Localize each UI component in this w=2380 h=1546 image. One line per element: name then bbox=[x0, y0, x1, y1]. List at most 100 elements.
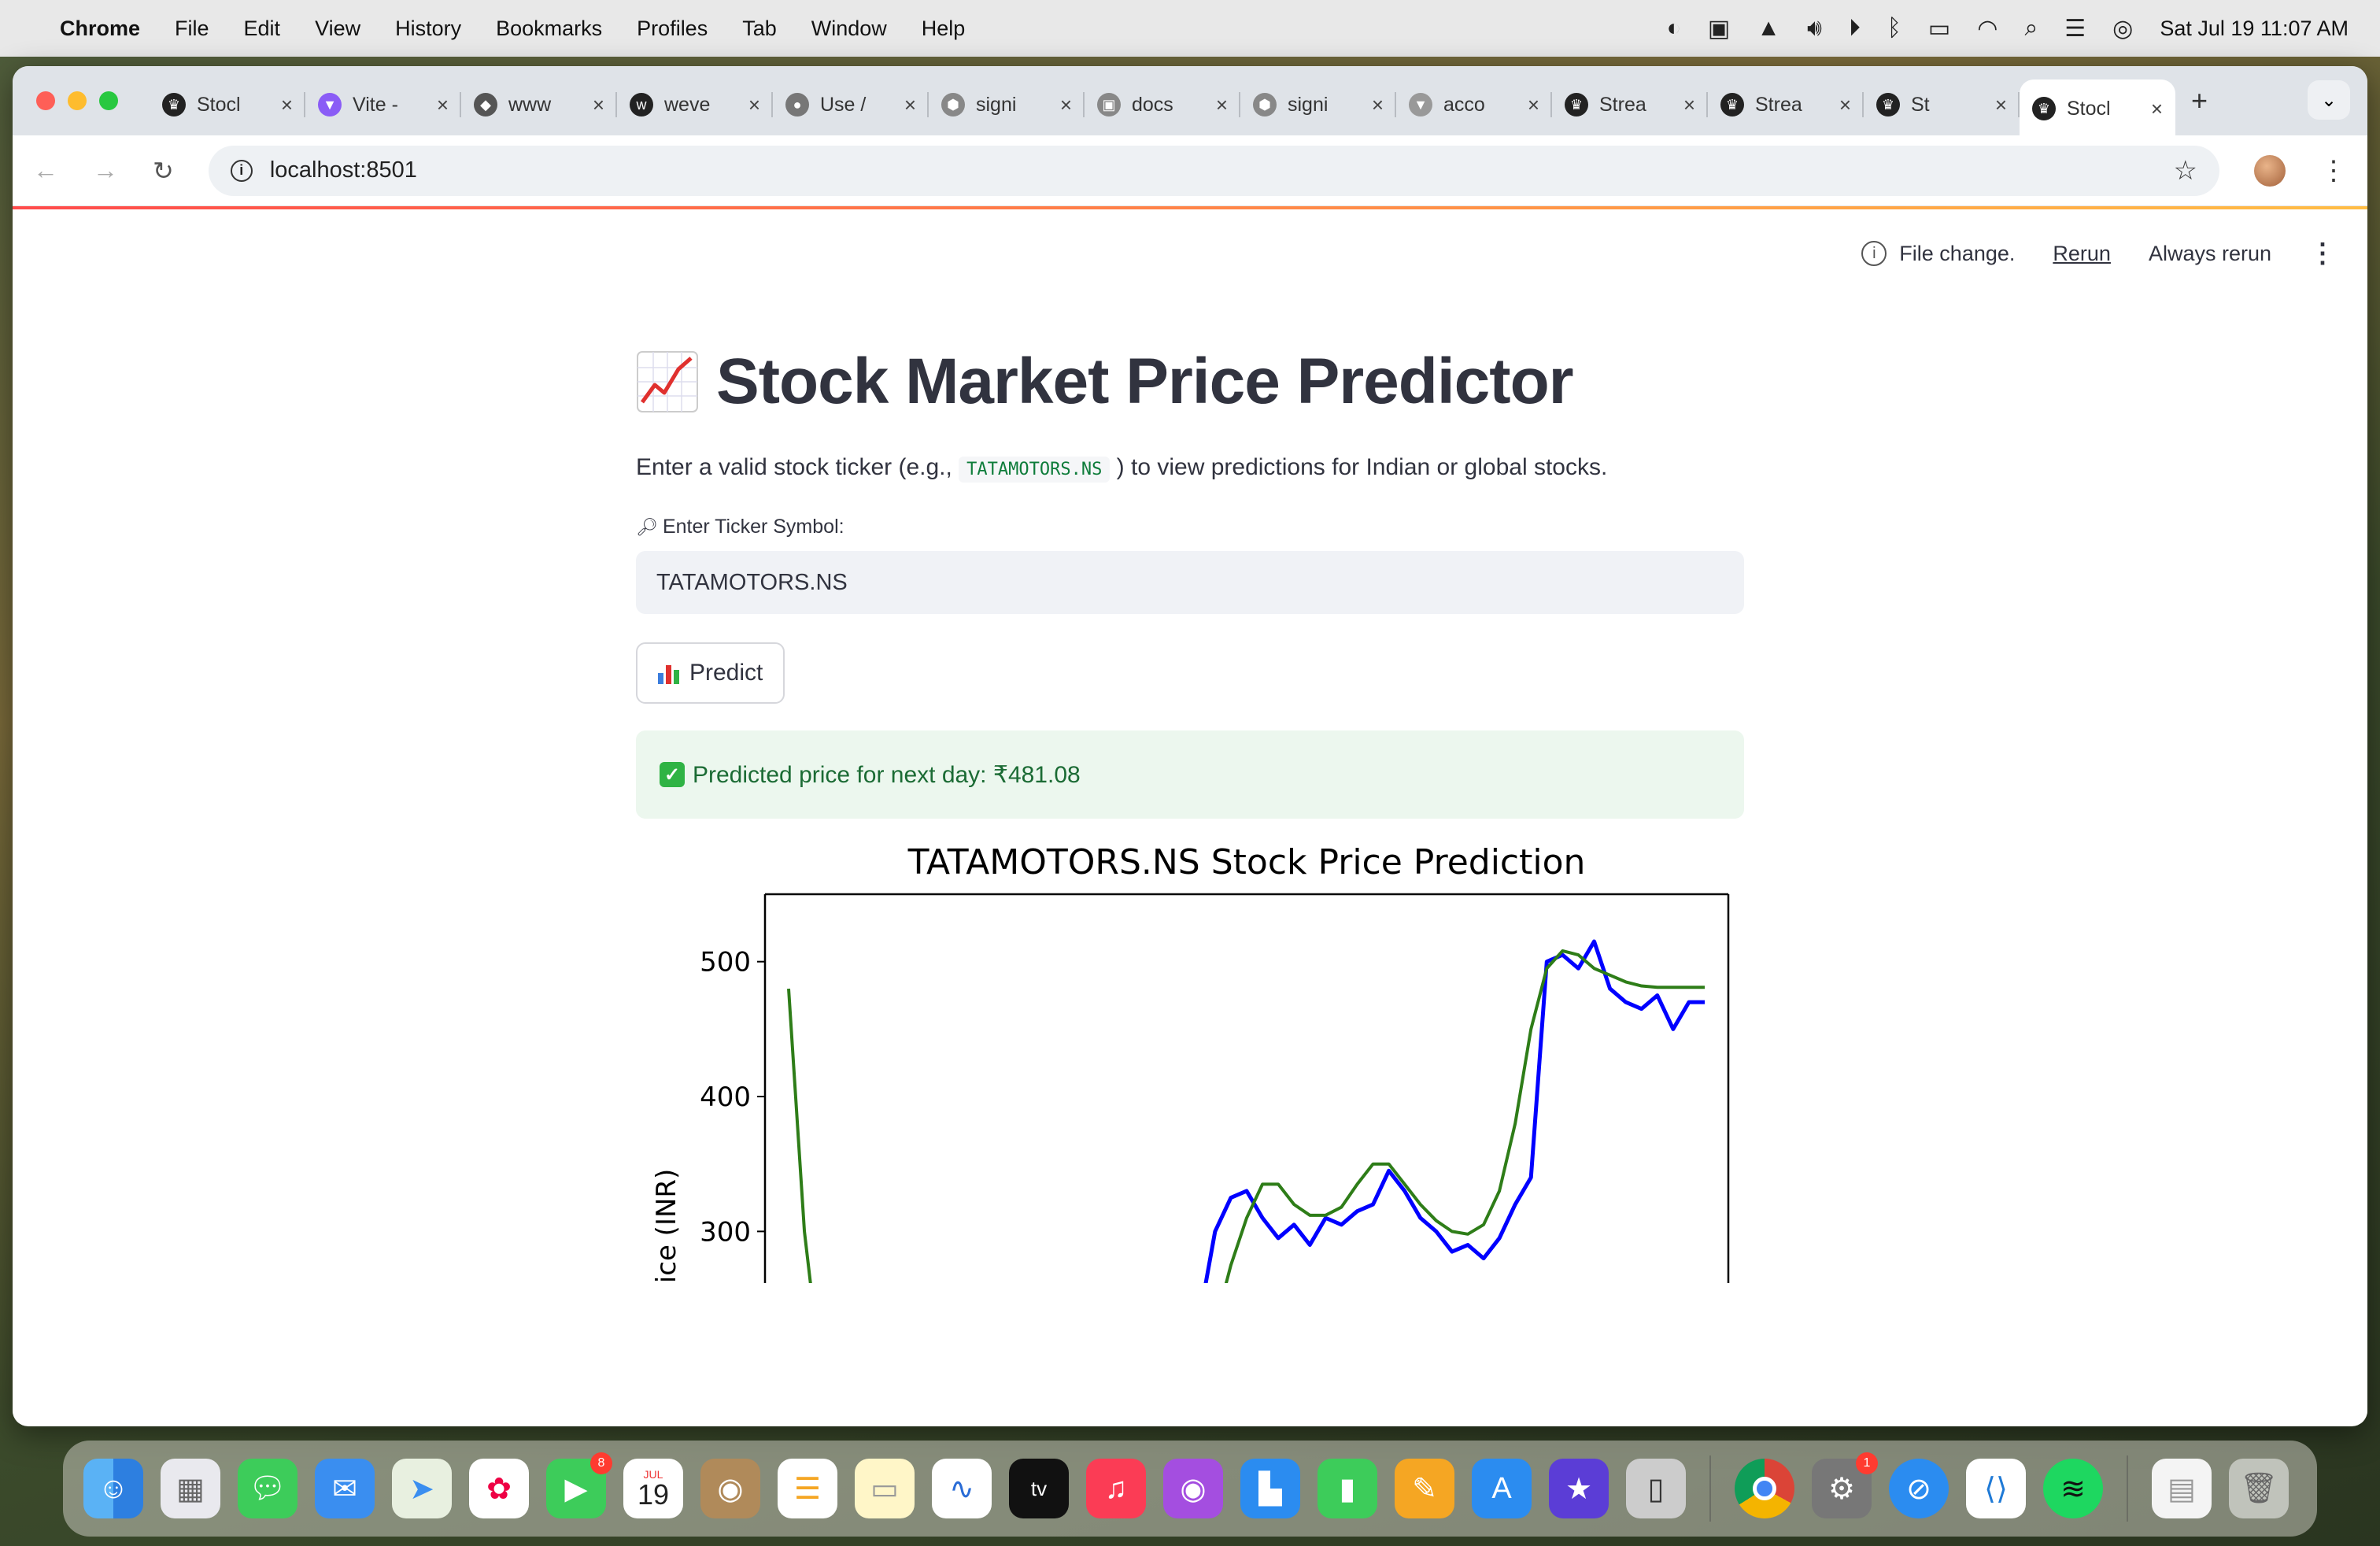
music-icon[interactable]: ♫ bbox=[1086, 1459, 1146, 1518]
tab-close-icon[interactable]: × bbox=[1372, 93, 1384, 117]
tab-title[interactable]: St bbox=[1911, 94, 1984, 117]
menu-tab[interactable]: Tab bbox=[742, 17, 777, 41]
tab-title[interactable]: signi bbox=[976, 94, 1049, 117]
tab-close-icon[interactable]: × bbox=[593, 93, 604, 117]
streamlit-main-menu-icon[interactable]: ⋮ bbox=[2309, 238, 2336, 269]
downloads-stack-icon[interactable]: ▤ bbox=[2152, 1459, 2212, 1518]
app-store-icon[interactable]: A bbox=[1472, 1459, 1532, 1518]
browser-tab[interactable]: ◆ www × bbox=[461, 80, 617, 130]
iphone-mirroring-icon[interactable]: ▯ bbox=[1626, 1459, 1686, 1518]
browser-tab[interactable]: ▼ acco × bbox=[1396, 80, 1552, 130]
back-arrow-icon[interactable]: ← bbox=[33, 156, 58, 185]
address-bar-url[interactable]: localhost:8501 bbox=[270, 157, 417, 183]
tab-close-icon[interactable]: × bbox=[437, 93, 449, 117]
battery-icon[interactable]: ▭ bbox=[1928, 15, 1950, 43]
bluetooth-icon[interactable]: ᛒ bbox=[1887, 15, 1901, 42]
contacts-icon[interactable]: ◉ bbox=[700, 1459, 760, 1518]
play-icon[interactable]: ⏵ bbox=[1849, 15, 1861, 42]
chrome-icon[interactable] bbox=[1735, 1459, 1794, 1518]
browser-tab[interactable]: ♛ St × bbox=[1864, 80, 2020, 130]
chrome-menu-icon[interactable]: ⋮ bbox=[2320, 155, 2347, 187]
browser-tab[interactable]: ♛ Stocl × bbox=[150, 80, 305, 130]
tab-close-icon[interactable]: × bbox=[1528, 93, 1539, 117]
launchpad-icon[interactable]: ▦ bbox=[161, 1459, 220, 1518]
minimize-window-button[interactable] bbox=[68, 91, 87, 110]
rerun-label[interactable]: Rerun bbox=[2053, 242, 2111, 265]
predict-button[interactable]: Predict bbox=[636, 642, 785, 704]
menu-help[interactable]: Help bbox=[922, 17, 966, 41]
messages-icon[interactable]: 💬︎ bbox=[238, 1459, 298, 1518]
maps-icon[interactable]: ➤ bbox=[392, 1459, 452, 1518]
spotlight-search-icon[interactable]: ⌕ bbox=[2024, 15, 2038, 42]
tab-close-icon[interactable]: × bbox=[904, 93, 916, 117]
podcasts-icon[interactable]: ◉ bbox=[1163, 1459, 1223, 1518]
volume-icon[interactable]: 🔊︎ bbox=[1807, 15, 1822, 42]
tab-title[interactable]: Stocl bbox=[2067, 98, 2140, 120]
new-tab-button[interactable]: + bbox=[2191, 84, 2208, 117]
tab-title[interactable]: Strea bbox=[1599, 94, 1672, 117]
tab-close-icon[interactable]: × bbox=[2151, 97, 2163, 121]
tab-close-icon[interactable]: × bbox=[1839, 93, 1851, 117]
vpn-icon[interactable]: ◐ bbox=[1667, 15, 1681, 42]
menu-edit[interactable]: Edit bbox=[244, 17, 281, 41]
pages-icon[interactable]: ✎ bbox=[1395, 1459, 1454, 1518]
mountain-icon[interactable]: ▲ bbox=[1757, 15, 1780, 42]
address-bar[interactable]: i localhost:8501 ☆ bbox=[208, 145, 2219, 196]
zoom-window-button[interactable] bbox=[99, 91, 118, 110]
tab-title[interactable]: Stocl bbox=[197, 94, 270, 117]
always-rerun-label[interactable]: Always rerun bbox=[2149, 242, 2271, 265]
notes-icon[interactable]: ▭ bbox=[855, 1459, 915, 1518]
siri-icon[interactable]: ◎ bbox=[2112, 15, 2133, 43]
photos-icon[interactable]: ✿ bbox=[469, 1459, 529, 1518]
predict-button-label[interactable]: Predict bbox=[689, 660, 763, 686]
tab-title[interactable]: Strea bbox=[1755, 94, 1828, 117]
bookmark-star-icon[interactable]: ☆ bbox=[2174, 155, 2197, 187]
site-info-icon[interactable]: i bbox=[230, 159, 253, 182]
safari-icon[interactable]: ⊘ bbox=[1889, 1459, 1949, 1518]
tab-title[interactable]: docs bbox=[1132, 94, 1205, 117]
menu-file[interactable]: File bbox=[175, 17, 209, 41]
tab-title[interactable]: signi bbox=[1288, 94, 1361, 117]
menu-window[interactable]: Window bbox=[811, 17, 887, 41]
tab-title[interactable]: www bbox=[508, 94, 582, 117]
browser-tab[interactable]: ♛ Strea × bbox=[1708, 80, 1864, 130]
menu-app-name[interactable]: Chrome bbox=[60, 17, 140, 41]
browser-tab[interactable]: ⬢ signi × bbox=[929, 80, 1085, 130]
tab-title[interactable]: acco bbox=[1443, 94, 1517, 117]
ticker-input[interactable] bbox=[636, 551, 1744, 614]
browser-tab[interactable]: ▼ Vite - × bbox=[305, 80, 461, 130]
tab-title[interactable]: Use / bbox=[820, 94, 893, 117]
display-icon[interactable]: ▣ bbox=[1708, 15, 1730, 43]
menu-history[interactable]: History bbox=[395, 17, 461, 41]
reminders-icon[interactable]: ☰ bbox=[778, 1459, 837, 1518]
tab-close-icon[interactable]: × bbox=[1683, 93, 1695, 117]
spotify-icon[interactable]: ≋ bbox=[2043, 1459, 2103, 1518]
menu-bookmarks[interactable]: Bookmarks bbox=[496, 17, 602, 41]
numbers-icon[interactable]: ▮ bbox=[1318, 1459, 1377, 1518]
wifi-icon[interactable]: ◠ bbox=[1977, 15, 1998, 43]
calendar-icon[interactable]: JUL 19 bbox=[623, 1459, 683, 1518]
tab-search-chevron-icon[interactable]: ⌄ bbox=[2308, 80, 2350, 120]
tab-close-icon[interactable]: × bbox=[1216, 93, 1228, 117]
tab-close-icon[interactable]: × bbox=[1995, 93, 2007, 117]
apple-tv-icon[interactable]: tv bbox=[1009, 1459, 1069, 1518]
browser-tab[interactable]: ⬢ signi × bbox=[1240, 80, 1396, 130]
vscode-icon[interactable]: ⟨⟩ bbox=[1966, 1459, 2026, 1518]
reload-icon[interactable]: ↻ bbox=[153, 156, 174, 186]
tab-close-icon[interactable]: × bbox=[1060, 93, 1072, 117]
forward-arrow-icon[interactable]: → bbox=[93, 156, 118, 185]
always-rerun-button[interactable]: Always rerun bbox=[2149, 242, 2271, 266]
browser-tab[interactable]: ● Use / × bbox=[773, 80, 929, 130]
tab-title[interactable]: Vite - bbox=[353, 94, 426, 117]
browser-tab[interactable]: ▣ docs × bbox=[1085, 80, 1240, 130]
rerun-button[interactable]: Rerun bbox=[2053, 242, 2111, 266]
tab-active[interactable]: ♛ Stocl × bbox=[2020, 80, 2175, 138]
tab-close-icon[interactable]: × bbox=[748, 93, 760, 117]
control-center-icon[interactable]: ☰ bbox=[2064, 15, 2086, 43]
tab-title[interactable]: weve bbox=[664, 94, 737, 117]
imovie-icon[interactable]: ★ bbox=[1549, 1459, 1609, 1518]
system-settings-icon[interactable]: ⚙ 1 bbox=[1812, 1452, 1878, 1518]
menu-bar-clock[interactable]: Sat Jul 19 11:07 AM bbox=[2160, 17, 2349, 41]
facetime-icon[interactable]: ▶ 8 bbox=[546, 1452, 612, 1518]
trash-icon[interactable]: 🗑︎ bbox=[2229, 1459, 2289, 1518]
